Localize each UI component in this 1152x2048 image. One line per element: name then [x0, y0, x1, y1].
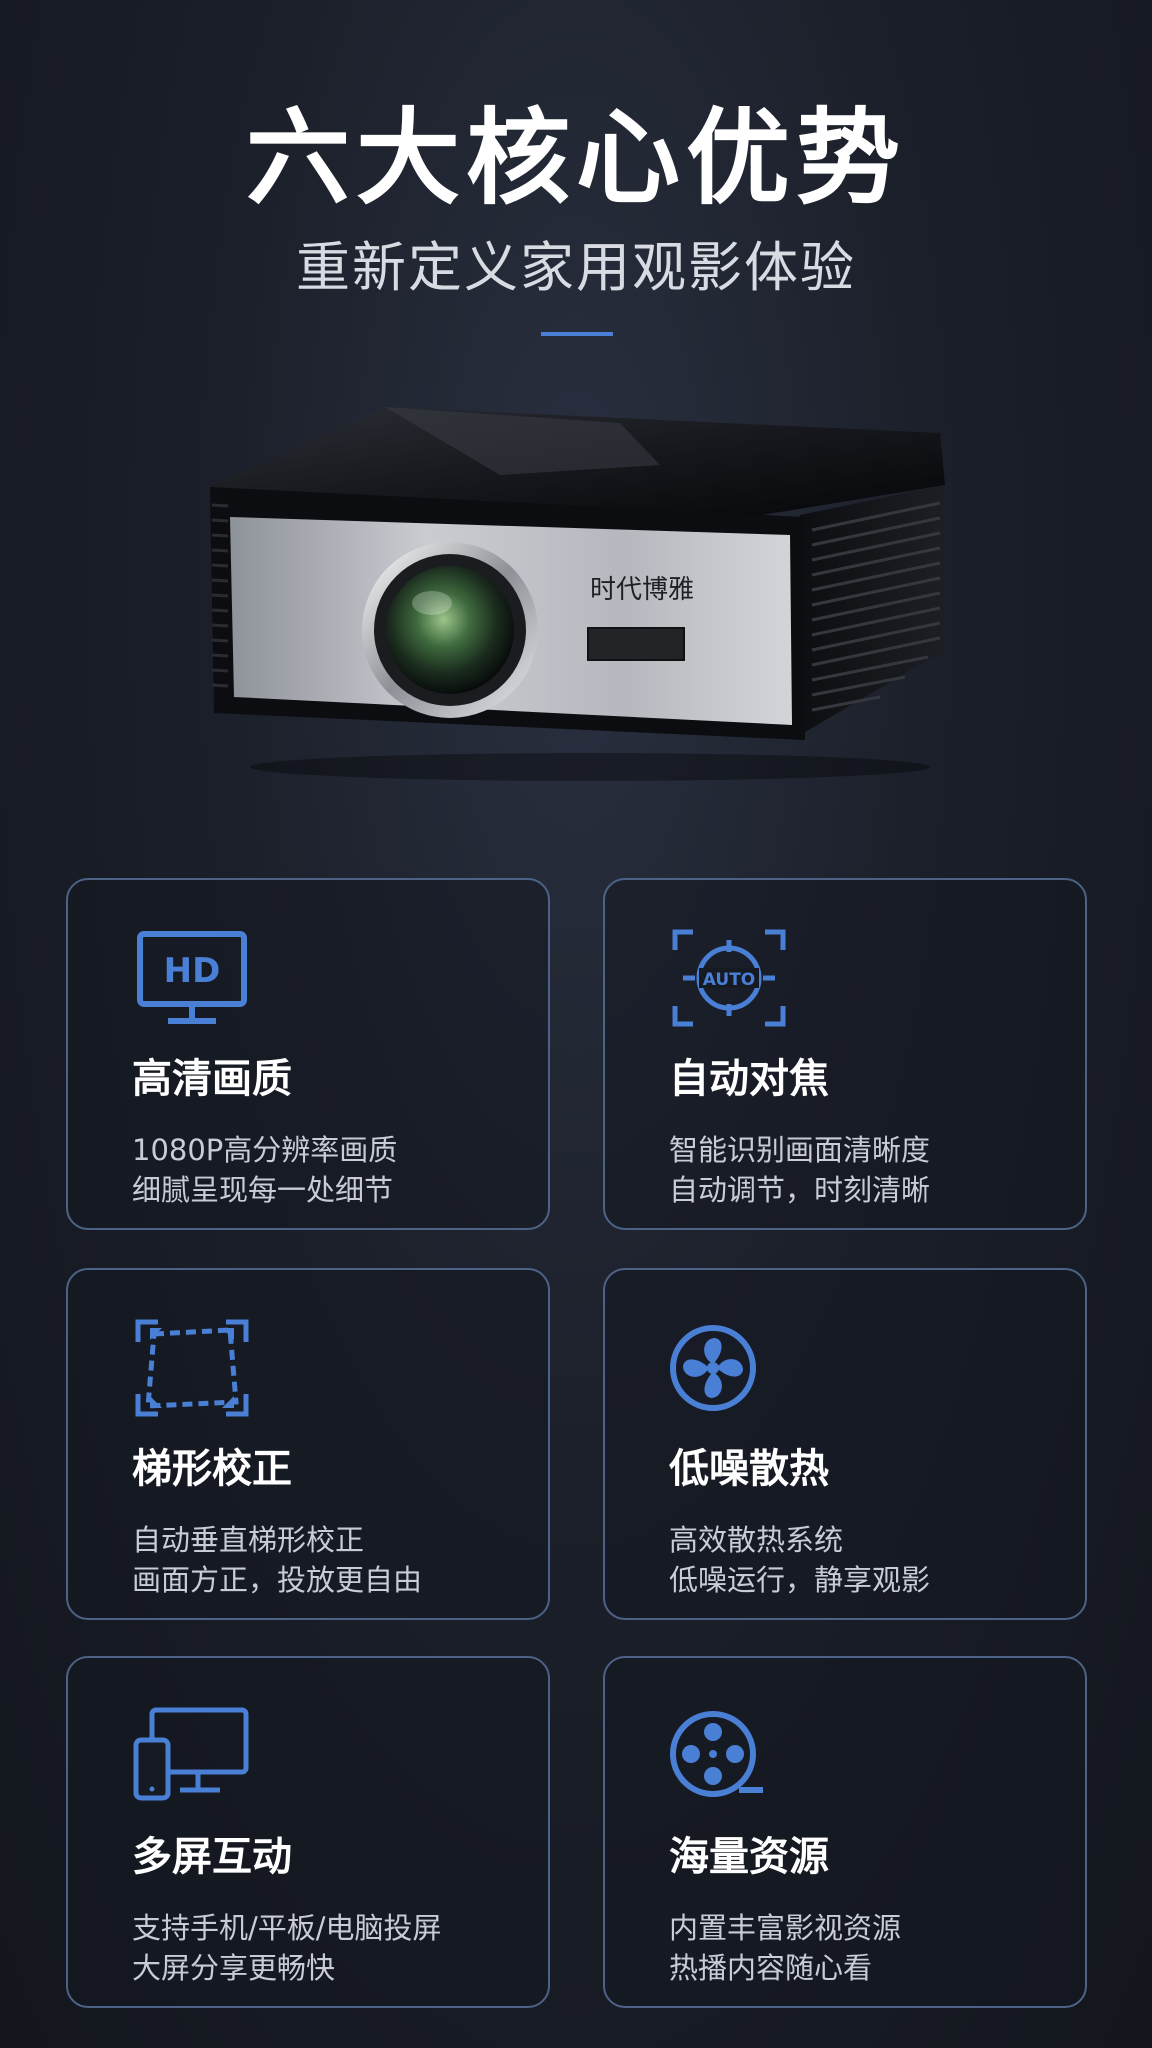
- multi-screen-icon: [133, 1707, 249, 1801]
- feature-card-hd: HD 高清画质 1080P高分辨率画质 细腻呈现每一处细节: [66, 878, 550, 1230]
- feature-desc-line1: 自动垂直梯形校正: [132, 1523, 365, 1557]
- feature-title: 海量资源: [669, 1834, 829, 1880]
- hd-monitor-icon: HD: [137, 931, 247, 1024]
- title-divider: [541, 332, 613, 336]
- svg-text:AUTO: AUTO: [703, 970, 756, 990]
- feature-desc-line2: 细腻呈现每一处细节: [132, 1173, 394, 1207]
- feature-title: 自动对焦: [669, 1056, 829, 1102]
- feature-desc-line1: 支持手机/平板/电脑投屏: [132, 1911, 442, 1945]
- feature-card-multiscreen: 多屏互动 支持手机/平板/电脑投屏 大屏分享更畅快: [66, 1656, 550, 2008]
- feature-desc-line2: 自动调节，时刻清晰: [669, 1173, 931, 1207]
- feature-card-autofocus: AUTO 自动对焦 智能识别画面清晰度 自动调节，时刻清晰: [603, 878, 1087, 1230]
- keystone-icon: [135, 1319, 249, 1417]
- feature-title: 梯形校正: [132, 1446, 292, 1492]
- feature-desc-line1: 高效散热系统: [669, 1523, 844, 1557]
- feature-desc-line1: 1080P高分辨率画质: [132, 1133, 398, 1167]
- feature-title: 高清画质: [132, 1056, 292, 1102]
- svg-text:HD: HD: [164, 951, 221, 991]
- page-title: 六大核心优势: [245, 97, 906, 219]
- feature-desc-line2: 热播内容随心看: [669, 1951, 873, 1985]
- feature-desc-line1: 智能识别画面清晰度: [669, 1133, 931, 1167]
- feature-title: 多屏互动: [132, 1834, 292, 1880]
- page-subtitle: 重新定义家用观影体验: [296, 236, 856, 299]
- feature-card-cooling: 低噪散热 高效散热系统 低噪运行，静享观影: [603, 1268, 1087, 1620]
- feature-desc-line2: 低噪运行，静享观影: [669, 1563, 931, 1597]
- feature-desc-line2: 大屏分享更畅快: [132, 1951, 336, 1985]
- feature-card-resources: 海量资源 内置丰富影视资源 热播内容随心看: [603, 1656, 1087, 2008]
- auto-focus-icon: AUTO: [672, 929, 786, 1027]
- feature-card-keystone: 梯形校正 自动垂直梯形校正 画面方正，投放更自由: [66, 1268, 550, 1620]
- projector-image: 时代博雅: [210, 407, 945, 781]
- feature-desc-line1: 内置丰富影视资源: [669, 1911, 902, 1945]
- fan-icon: [670, 1325, 756, 1411]
- feature-title: 低噪散热: [669, 1446, 829, 1492]
- projector-brand-text: 时代博雅: [590, 575, 694, 605]
- film-reel-icon: [670, 1711, 763, 1797]
- feature-desc-line2: 画面方正，投放更自由: [132, 1563, 423, 1597]
